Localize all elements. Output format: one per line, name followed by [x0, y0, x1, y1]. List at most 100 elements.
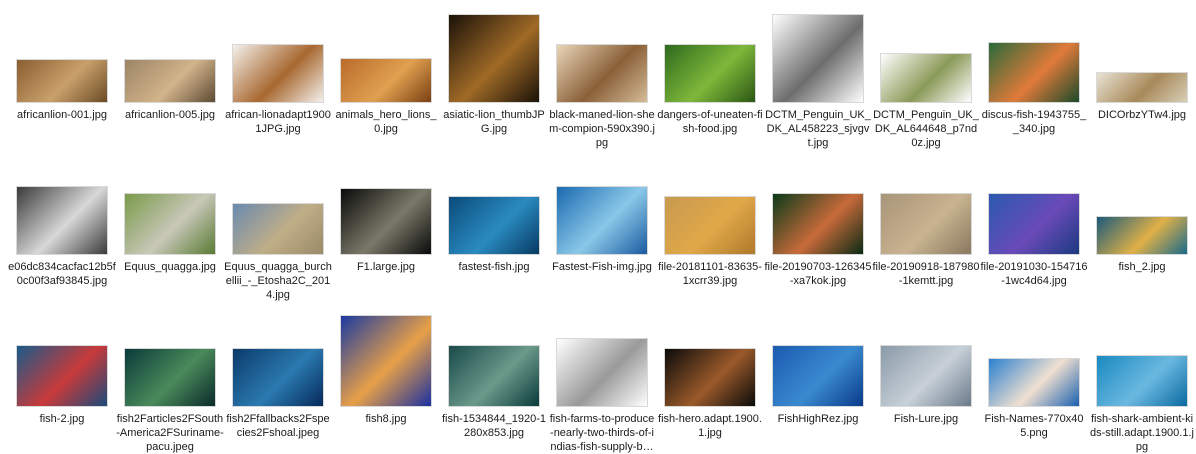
file-name-label: fish-hero.adapt.1900.1.jpg — [658, 413, 762, 439]
thumbnail-frame — [332, 314, 440, 412]
thumbnail-frame — [872, 314, 980, 412]
image-thumbnail[interactable] — [233, 45, 323, 102]
file-name-label: fish-farms-to-produce-nearly-two-thirds-… — [549, 413, 655, 453]
thumbnail-frame — [548, 10, 656, 108]
image-thumbnail[interactable] — [557, 339, 647, 406]
image-thumbnail[interactable] — [449, 346, 539, 406]
thumbnail-frame — [980, 10, 1088, 108]
file-name-label: e06dc834cacfac12b5f0c00f3af93845.jpg — [8, 261, 116, 287]
file-thumbnail-grid: africanlion-001.jpg africanlion-005.jpg af… — [0, 0, 1196, 453]
thumbnail-frame — [1088, 162, 1196, 260]
thumbnail-frame — [1088, 314, 1196, 412]
file-name-label: Fish-Lure.jpg — [893, 413, 959, 425]
file-name-label: black-maned-lion-shem-compion-590x390.jp… — [549, 109, 655, 149]
file-name-label: Fastest-Fish-img.jpg — [552, 261, 652, 273]
file-name-label: DICOrbzYTw4.jpg — [1097, 109, 1187, 121]
thumbnail-frame — [8, 314, 116, 412]
file-name-label: file-20191030-154716-1wc4d64.jpg — [980, 261, 1088, 287]
file-name-label: fish8.jpg — [365, 413, 407, 425]
image-thumbnail[interactable] — [341, 316, 431, 406]
image-thumbnail[interactable] — [341, 59, 431, 102]
thumbnail-frame — [656, 10, 764, 108]
file-name-label: african-lionadapt19001JPG.jpg — [225, 109, 331, 135]
file-name-label: animals_hero_lions_0.jpg — [335, 109, 437, 135]
thumbnail-frame — [116, 314, 224, 412]
image-thumbnail[interactable] — [233, 349, 323, 406]
image-thumbnail[interactable] — [557, 187, 647, 254]
image-thumbnail[interactable] — [989, 43, 1079, 102]
thumbnail-frame — [440, 162, 548, 260]
file-name-label: fastest-fish.jpg — [458, 261, 530, 273]
file-name-label: file-20190918-187980-1kemtt.jpg — [872, 261, 980, 287]
thumbnail-frame — [440, 314, 548, 412]
thumbnail-frame — [980, 314, 1088, 412]
file-name-label: FishHighRez.jpg — [777, 413, 859, 425]
thumbnail-frame — [656, 314, 764, 412]
image-thumbnail[interactable] — [773, 194, 863, 254]
image-thumbnail[interactable] — [449, 197, 539, 254]
thumbnail-frame — [224, 10, 332, 108]
thumbnail-frame — [764, 162, 872, 260]
file-name-label: dangers-of-uneaten-fish-food.jpg — [657, 109, 763, 135]
thumbnail-frame — [656, 162, 764, 260]
image-thumbnail[interactable] — [125, 60, 215, 102]
file-name-label: DCTM_Penguin_UK_DK_AL644648_p7nd0z.jpg — [873, 109, 979, 149]
file-name-label: Equus_quagga_burchellii_-_Etosha2C_2014.… — [224, 261, 332, 301]
thumbnail-frame — [8, 162, 116, 260]
image-thumbnail[interactable] — [665, 349, 755, 406]
thumbnail-frame — [764, 314, 872, 412]
file-name-label: Equus_quagga.jpg — [124, 261, 216, 273]
thumbnail-frame — [224, 314, 332, 412]
image-thumbnail[interactable] — [989, 359, 1079, 406]
file-name-label: Fish-Names-770x405.png — [984, 413, 1084, 439]
thumbnail-frame — [332, 162, 440, 260]
image-thumbnail[interactable] — [17, 187, 107, 254]
file-name-label: fish2Farticles2FSouth-America2FSuriname-… — [116, 413, 224, 453]
image-thumbnail[interactable] — [125, 194, 215, 254]
thumbnail-frame — [764, 10, 872, 108]
file-name-label: fish_2.jpg — [1118, 261, 1166, 273]
thumbnail-frame — [332, 10, 440, 108]
file-name-label: file-20190703-126345-xa7kok.jpg — [764, 261, 872, 287]
image-thumbnail[interactable] — [449, 15, 539, 102]
image-thumbnail[interactable] — [773, 15, 863, 102]
thumbnail-frame — [548, 162, 656, 260]
image-thumbnail[interactable] — [17, 346, 107, 406]
file-name-label: DCTM_Penguin_UK_DK_AL458223_sjvgvt.jpg — [765, 109, 871, 149]
file-name-label: fish2Ffallbacks2Fspecies2Fshoal.jpeg — [226, 413, 330, 439]
file-name-label: asiatic-lion_thumbJPG.jpg — [443, 109, 545, 135]
thumbnail-frame — [548, 314, 656, 412]
thumbnail-frame — [116, 162, 224, 260]
thumbnail-frame — [440, 10, 548, 108]
image-thumbnail[interactable] — [665, 197, 755, 254]
thumbnail-frame — [116, 10, 224, 108]
image-thumbnail[interactable] — [233, 204, 323, 254]
image-thumbnail[interactable] — [881, 346, 971, 406]
file-name-label: discus-fish-1943755__340.jpg — [981, 109, 1087, 135]
image-thumbnail[interactable] — [557, 45, 647, 102]
image-thumbnail[interactable] — [1097, 217, 1187, 254]
file-name-label: africanlion-001.jpg — [17, 109, 107, 121]
thumbnail-frame — [1088, 10, 1196, 108]
file-name-label: F1.large.jpg — [356, 261, 416, 273]
thumbnail-frame — [872, 162, 980, 260]
thumbnail-frame — [224, 162, 332, 260]
image-thumbnail[interactable] — [1097, 356, 1187, 406]
image-thumbnail[interactable] — [1097, 73, 1187, 102]
file-name-label: fish-1534844_1920-1280x853.jpg — [442, 413, 546, 439]
thumbnail-frame — [8, 10, 116, 108]
thumbnail-frame — [872, 10, 980, 108]
image-thumbnail[interactable] — [773, 346, 863, 406]
image-thumbnail[interactable] — [989, 194, 1079, 254]
image-thumbnail[interactable] — [17, 60, 107, 102]
image-thumbnail[interactable] — [341, 189, 431, 254]
image-thumbnail[interactable] — [125, 349, 215, 406]
image-thumbnail[interactable] — [665, 45, 755, 102]
file-name-label: africanlion-005.jpg — [125, 109, 215, 121]
file-name-label: file-20181101-83635-1xcrr39.jpg — [658, 261, 762, 287]
thumbnail-frame — [980, 162, 1088, 260]
file-name-label: fish-shark-ambient-kids-still.adapt.1900… — [1090, 413, 1194, 453]
image-thumbnail[interactable] — [881, 194, 971, 254]
file-name-label: fish-2.jpg — [39, 413, 85, 425]
image-thumbnail[interactable] — [881, 54, 971, 102]
